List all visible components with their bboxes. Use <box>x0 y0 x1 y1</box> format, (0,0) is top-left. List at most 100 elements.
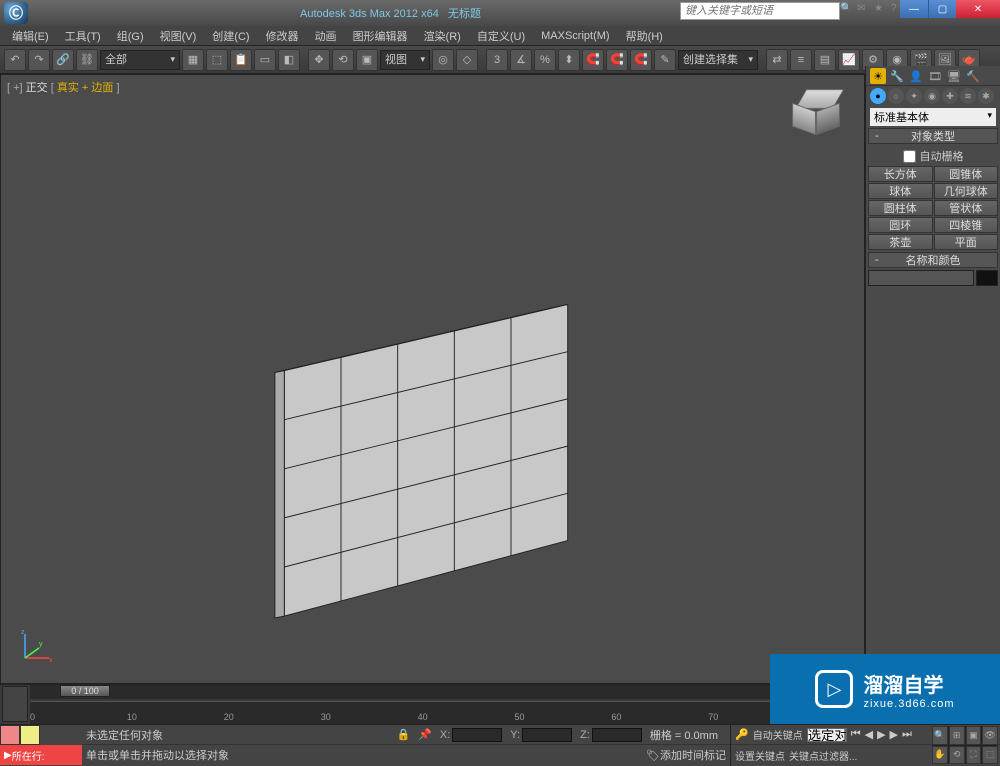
menu-group[interactable]: 组(G) <box>109 28 152 44</box>
curve-editor-button[interactable]: 📈 <box>838 49 860 71</box>
time-slider-handle[interactable]: 0 / 100 <box>60 685 110 697</box>
magnet1-icon[interactable]: 🧲 <box>582 49 604 71</box>
edit-selset-button[interactable]: ✎ <box>654 49 676 71</box>
menu-modifiers[interactable]: 修改器 <box>258 28 307 44</box>
teapot-button[interactable]: 茶壶 <box>868 234 933 250</box>
setkey-button[interactable]: 设置关键点 <box>735 748 785 763</box>
mirror-button[interactable]: ⇄ <box>766 49 788 71</box>
monitor-icon[interactable]: 🖥 <box>946 68 962 84</box>
tube-button[interactable]: 管状体 <box>934 200 999 216</box>
zoom-region-button[interactable]: ⬚ <box>982 746 998 765</box>
zoom-ext-button[interactable]: ▣ <box>966 726 982 745</box>
viewport[interactable]: [ +] 正交 [ 真实 + 边面 ] z x <box>0 74 865 684</box>
menu-edit[interactable]: 编辑(E) <box>4 28 57 44</box>
search-input[interactable] <box>680 2 840 20</box>
rollout-name-color[interactable]: 名称和颜色 <box>868 252 998 268</box>
align-button[interactable]: ≡ <box>790 49 812 71</box>
geosphere-button[interactable]: 几何球体 <box>934 183 999 199</box>
unlink-button[interactable]: ⛓ <box>76 49 98 71</box>
viewcube[interactable] <box>786 87 846 147</box>
time-tag-icon[interactable]: 🏷 <box>646 749 660 762</box>
play-icon[interactable]: ▶ <box>877 728 885 741</box>
create-geom-tab[interactable]: ● <box>870 88 886 104</box>
layer-dropdown[interactable]: 全部 <box>100 50 180 70</box>
comm-icon[interactable]: ✉ <box>857 3 871 17</box>
zoom-all-button[interactable]: ⊞ <box>949 726 965 745</box>
z-input[interactable] <box>592 728 642 742</box>
add-time-marker[interactable]: 添加时间标记 <box>660 747 726 763</box>
menu-animation[interactable]: 动画 <box>307 28 345 44</box>
selname-button[interactable]: 📋 <box>230 49 252 71</box>
rotate-button[interactable]: ⟲ <box>332 49 354 71</box>
maxvp-button[interactable]: ⛶ <box>966 746 982 765</box>
play-next-icon[interactable]: ▶ <box>890 728 898 741</box>
cylinder-button[interactable]: 圆柱体 <box>868 200 933 216</box>
create-helper-tab[interactable]: ✚ <box>942 88 958 104</box>
script-rec-button[interactable] <box>0 725 20 745</box>
pyramid-button[interactable]: 四棱锥 <box>934 217 999 233</box>
menu-tools[interactable]: 工具(T) <box>57 28 109 44</box>
close-button[interactable]: ✕ <box>956 0 1000 18</box>
maximize-button[interactable]: ▢ <box>928 0 956 18</box>
sun-icon[interactable]: ☀ <box>870 68 886 84</box>
wrench-icon[interactable]: 🔧 <box>889 68 905 84</box>
snap-button[interactable]: 3 <box>486 49 508 71</box>
binoculars-icon[interactable]: 🔍 <box>840 3 854 17</box>
key-obj-input[interactable] <box>807 728 847 742</box>
menu-customize[interactable]: 自定义(U) <box>469 28 533 44</box>
minimize-button[interactable]: — <box>900 0 928 18</box>
selset-dropdown[interactable]: 创建选择集 <box>678 50 758 70</box>
cone-button[interactable]: 圆锥体 <box>934 166 999 182</box>
magnet2-icon[interactable]: 🧲 <box>606 49 628 71</box>
play-start-icon[interactable]: ⏮ <box>851 728 861 741</box>
box-button[interactable]: 长方体 <box>868 166 933 182</box>
hammer-icon[interactable]: 🔨 <box>965 68 981 84</box>
star-icon[interactable]: ★ <box>874 3 888 17</box>
fov-button[interactable]: 👁 <box>982 726 998 745</box>
selfilter-button[interactable]: ▦ <box>182 49 204 71</box>
app-icon[interactable]: Ⓒ <box>4 2 28 24</box>
play-prev-icon[interactable]: ◀ <box>865 728 873 741</box>
create-shape-tab[interactable]: ○ <box>888 88 904 104</box>
window-crossing-button[interactable]: ◧ <box>278 49 300 71</box>
pivot-button[interactable]: ◎ <box>432 49 454 71</box>
lock-icon[interactable]: 🔒 <box>396 728 410 741</box>
menu-help[interactable]: 帮助(H) <box>618 28 671 44</box>
link-button[interactable]: 🔗 <box>52 49 74 71</box>
play-end-icon[interactable]: ⏭ <box>902 728 912 741</box>
menu-render[interactable]: 渲染(R) <box>416 28 469 44</box>
person-icon[interactable]: 👤 <box>908 68 924 84</box>
key-icon[interactable]: 🔑 <box>735 728 749 741</box>
selregion-button[interactable]: ▭ <box>254 49 276 71</box>
x-input[interactable] <box>452 728 502 742</box>
magnet3-icon[interactable]: 🧲 <box>630 49 652 71</box>
viewport-label[interactable]: [ +] 正交 [ 真实 + 边面 ] <box>7 79 120 95</box>
autokey-button[interactable]: 自动关键点 <box>753 727 803 742</box>
film-icon[interactable]: 🎞 <box>927 68 943 84</box>
box-object[interactable] <box>251 295 601 635</box>
select-button[interactable]: ⬚ <box>206 49 228 71</box>
create-camera-tab[interactable]: ◉ <box>924 88 940 104</box>
rollout-object-type[interactable]: 对象类型 <box>868 128 998 144</box>
zoom-button[interactable]: 🔍 <box>932 726 948 745</box>
plane-button[interactable]: 平面 <box>934 234 999 250</box>
undo-button[interactable]: ↶ <box>4 49 26 71</box>
pan-button[interactable]: ✋ <box>932 746 948 765</box>
angsnap-button[interactable]: ∡ <box>510 49 532 71</box>
refcoord-dropdown[interactable]: 视图 <box>380 50 430 70</box>
orbit-button[interactable]: ⟲ <box>949 746 965 765</box>
menu-maxscript[interactable]: MAXScript(M) <box>533 30 617 42</box>
object-name-input[interactable] <box>868 270 974 286</box>
y-input[interactable] <box>522 728 572 742</box>
redo-button[interactable]: ↷ <box>28 49 50 71</box>
keyfilter-button[interactable]: 关键点过滤器... <box>789 748 857 763</box>
menu-create[interactable]: 创建(C) <box>204 28 257 44</box>
torus-button[interactable]: 圆环 <box>868 217 933 233</box>
create-light-tab[interactable]: ✦ <box>906 88 922 104</box>
timeline-config-button[interactable] <box>2 686 28 722</box>
color-swatch[interactable] <box>976 270 998 286</box>
pctsnap-button[interactable]: % <box>534 49 556 71</box>
move-button[interactable]: ✥ <box>308 49 330 71</box>
spinner-button[interactable]: ⬍ <box>558 49 580 71</box>
menu-view[interactable]: 视图(V) <box>152 28 205 44</box>
